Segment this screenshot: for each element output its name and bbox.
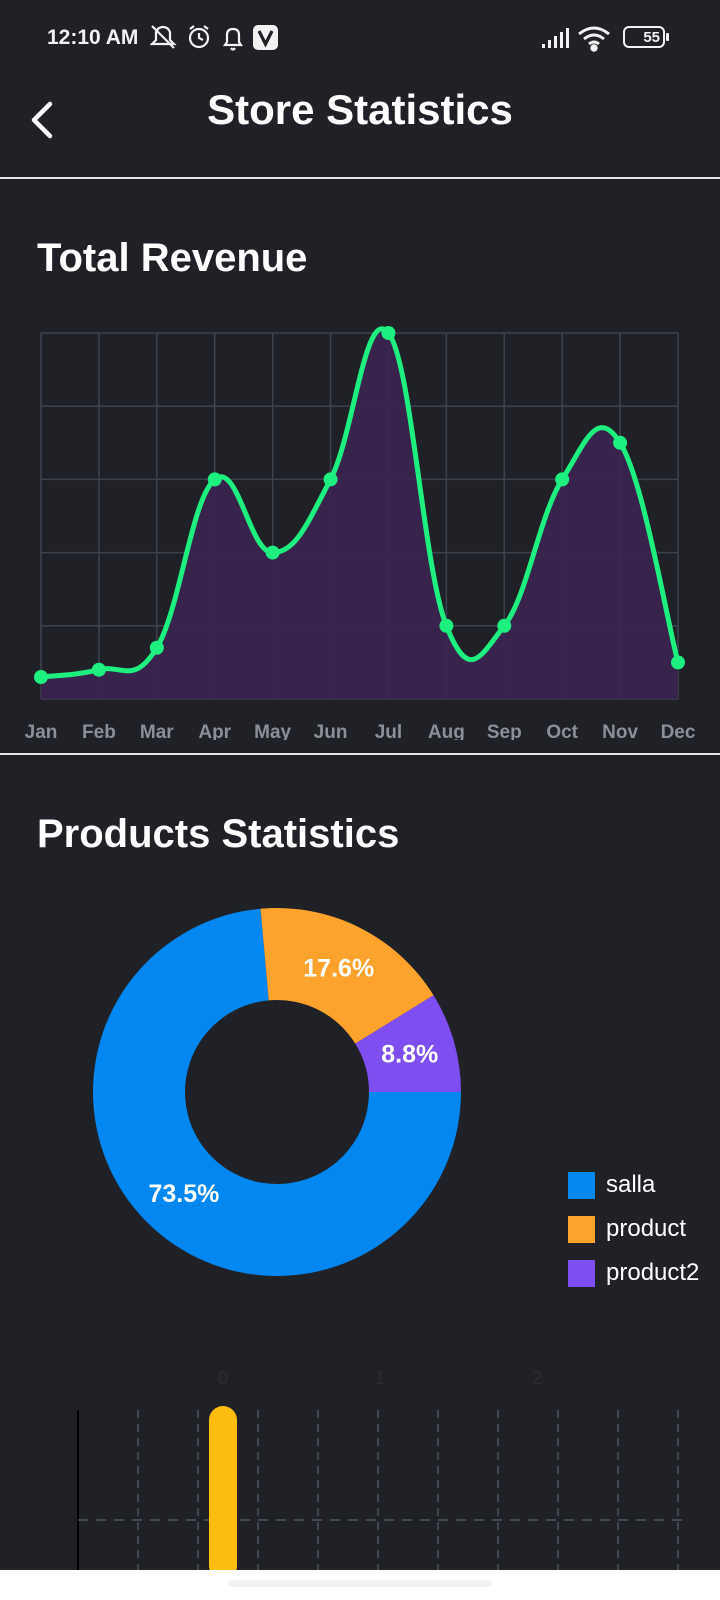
bar-tick-label: 1 [375,1368,385,1388]
bar-tick-label: 2 [532,1368,542,1388]
bar-tick-label: 0 [218,1368,228,1388]
bar-0 [209,1406,237,1580]
products-bar-chart: 0 1 2 [77,1368,686,1580]
home-indicator[interactable] [228,1580,492,1587]
